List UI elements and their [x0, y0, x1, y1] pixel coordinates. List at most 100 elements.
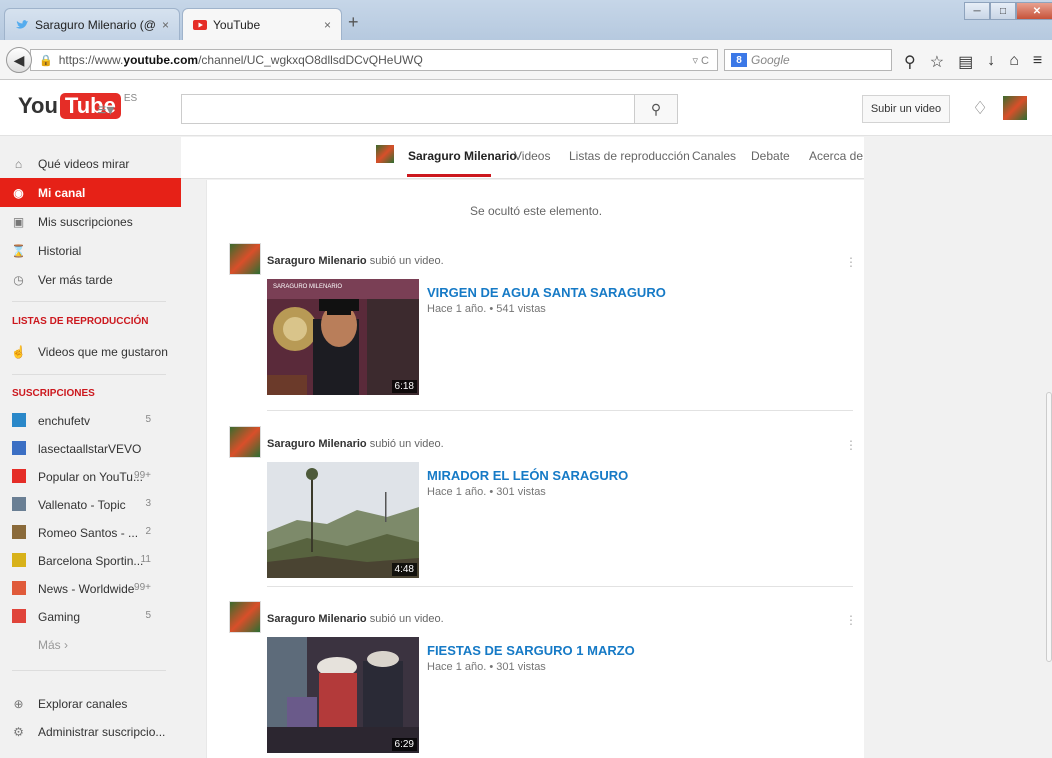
- video-title-link[interactable]: FIESTAS DE SARGURO 1 MARZO: [427, 643, 635, 658]
- menu-icon[interactable]: ≡: [1033, 52, 1042, 72]
- plus-circle-icon: ⊕: [13, 696, 24, 711]
- tab-channel-home[interactable]: Saraguro Milenario: [408, 149, 517, 163]
- reload-icon[interactable]: ▿ C: [684, 54, 717, 67]
- tab-close-icon[interactable]: ×: [324, 18, 331, 32]
- guide-item-manage-subscriptions[interactable]: ⚙ Administrar suscripcio...: [0, 717, 181, 746]
- feed-actor: Saraguro Milenario subió un video.: [267, 438, 444, 450]
- minimize-icon[interactable]: ─: [964, 2, 990, 20]
- subscription-item-gaming[interactable]: Gaming 5: [0, 603, 181, 631]
- tab-discussion[interactable]: Debate: [751, 149, 790, 163]
- tab-channels[interactable]: Canales: [692, 149, 736, 163]
- video-title-link[interactable]: VIRGEN DE AGUA SANTA SARAGURO: [427, 285, 666, 300]
- search-icon: ⚲: [650, 100, 662, 117]
- page-scrollbar[interactable]: [1046, 392, 1052, 662]
- guide-item-history[interactable]: ⌛ Historial: [0, 236, 181, 265]
- bookmarks-list-icon[interactable]: ▤: [958, 52, 973, 72]
- user-avatar[interactable]: [1003, 96, 1027, 120]
- subscription-item-barcelona-sporting[interactable]: Barcelona Sportin... 11: [0, 547, 181, 575]
- youtube-logo[interactable]: You Tube ES: [18, 93, 137, 119]
- guide-divider: [12, 301, 166, 302]
- guide-menu-icon[interactable]: ≡▾: [97, 100, 114, 120]
- new-count-badge: 11: [140, 554, 151, 565]
- more-options-icon[interactable]: ⋮: [845, 438, 857, 452]
- feed-item: Saraguro Milenario subió un video. ⋮ 6:2…: [207, 601, 865, 758]
- feed-divider: [267, 410, 853, 411]
- subscription-item-vallenato-topic[interactable]: Vallenato - Topic 3: [0, 491, 181, 519]
- guide-item-watch-later[interactable]: ◷ Ver más tarde: [0, 265, 181, 294]
- browser-toolbar-icons: ⚲ ☆ ▤ ↓ ⌂ ≡: [904, 52, 1042, 72]
- tab-close-icon[interactable]: ×: [162, 18, 169, 32]
- channel-avatar[interactable]: [229, 426, 261, 458]
- right-column: [864, 137, 1052, 758]
- subscription-item-popular-on-youtube[interactable]: Popular on YouTu... 99+: [0, 463, 181, 491]
- guide-item-subscriptions[interactable]: ▣ Mis suscripciones: [0, 207, 181, 236]
- user-circle-icon: ◉: [13, 185, 24, 200]
- back-button[interactable]: ◀: [6, 47, 32, 73]
- guide-more-link[interactable]: Más ›: [0, 631, 181, 659]
- tab-youtube[interactable]: YouTube ×: [182, 8, 342, 40]
- more-options-icon[interactable]: ⋮: [845, 255, 857, 269]
- video-meta: Hace 1 año. • 541 vistas: [427, 303, 546, 315]
- home-icon[interactable]: ⌂: [1009, 52, 1019, 72]
- video-duration: 6:29: [391, 738, 417, 751]
- subscription-item-romeo-santos[interactable]: Romeo Santos - ... 2: [0, 519, 181, 547]
- notifications-bell-icon[interactable]: ♢: [972, 98, 988, 119]
- browser-navbar: 🔒 https://www.youtube.com/channel/UC_wgk…: [0, 40, 1052, 80]
- video-thumbnail[interactable]: 4:48: [267, 462, 419, 578]
- browser-search-field[interactable]: 8 Google: [724, 49, 892, 71]
- bookmark-star-icon[interactable]: ☆: [930, 52, 944, 72]
- subscription-item-lasectaallstarvevo[interactable]: lasectaallstarVEVO: [0, 435, 181, 463]
- guide-item-liked-videos[interactable]: ☝ Videos que me gustaron: [0, 337, 181, 366]
- lock-icon: 🔒: [39, 54, 53, 67]
- tab-title: Saraguro Milenario (@Sara...: [35, 17, 156, 32]
- tab-about[interactable]: Acerca de: [809, 149, 863, 163]
- video-title-link[interactable]: MIRADOR EL LEÓN SARAGURO: [427, 468, 628, 483]
- upload-button[interactable]: Subir un video: [862, 95, 950, 123]
- subscriptions-header: SUSCRIPCIONES: [12, 388, 95, 399]
- channel-thumbnail: [12, 525, 26, 539]
- channel-avatar[interactable]: [229, 601, 261, 633]
- youtube-masthead: You Tube ES ≡▾ ⚲ Subir un video ♢: [0, 80, 1052, 136]
- address-bar[interactable]: 🔒 https://www.youtube.com/channel/UC_wgk…: [30, 49, 718, 71]
- search-magnifier-icon[interactable]: ⚲: [904, 52, 916, 72]
- video-thumbnail-image: SARAGURO MILENARIO: [267, 279, 419, 395]
- search-input[interactable]: [181, 94, 677, 124]
- google-icon: 8: [731, 53, 747, 67]
- feed-item: Saraguro Milenario subió un video. ⋮ SAR…: [207, 243, 865, 403]
- subscription-item-news-worldwide[interactable]: News - Worldwide 99+: [0, 575, 181, 603]
- video-meta: Hace 1 año. • 301 vistas: [427, 486, 546, 498]
- search-button[interactable]: ⚲: [634, 94, 678, 124]
- guide-item-what-to-watch[interactable]: ⌂ Qué videos mirar: [0, 149, 181, 178]
- search-placeholder: Google: [751, 53, 790, 67]
- maximize-icon[interactable]: □: [990, 2, 1016, 20]
- region-label: ES: [123, 93, 138, 104]
- feed-actor: Saraguro Milenario subió un video.: [267, 613, 444, 625]
- back-arrow-icon: ◀: [13, 51, 25, 68]
- channel-thumbnail: [12, 553, 26, 567]
- more-options-icon[interactable]: ⋮: [845, 613, 857, 627]
- video-thumbnail[interactable]: 6:29: [267, 637, 419, 753]
- guide-divider: [12, 374, 166, 375]
- home-icon: ⌂: [14, 156, 23, 171]
- tab-saraguro-twitter[interactable]: Saraguro Milenario (@Sara... ×: [4, 8, 180, 40]
- guide-item-browse-channels[interactable]: ⊕ Explorar canales: [0, 689, 181, 718]
- subscription-item-enchufetv[interactable]: enchufetv 5: [0, 407, 181, 435]
- channel-nav: Saraguro Milenario Videos Listas de repr…: [181, 137, 864, 179]
- channel-avatar[interactable]: [376, 145, 394, 163]
- channel-feed: Se ocultó este elemento. Saraguro Milena…: [206, 180, 864, 758]
- new-count-badge: 3: [145, 498, 151, 509]
- channel-avatar[interactable]: [229, 243, 261, 275]
- browser-tab-strip: Saraguro Milenario (@Sara... × YouTube ×…: [0, 0, 1052, 40]
- download-icon[interactable]: ↓: [987, 52, 995, 72]
- new-tab-button[interactable]: +: [348, 12, 359, 33]
- close-window-icon[interactable]: ✕: [1016, 2, 1052, 20]
- tab-videos[interactable]: Videos: [514, 149, 550, 163]
- tab-playlists[interactable]: Listas de reproducción: [569, 149, 690, 163]
- video-thumbnail[interactable]: SARAGURO MILENARIO 6:18: [267, 279, 419, 395]
- thumbs-up-icon: ☝: [11, 344, 26, 359]
- gear-icon: ⚙: [13, 724, 24, 739]
- feed-item: Saraguro Milenario subió un video. ⋮ 4:4…: [207, 426, 865, 586]
- hidden-item-note: Se ocultó este elemento.: [469, 204, 603, 218]
- guide-item-my-channel[interactable]: ◉ Mi canal: [0, 178, 181, 207]
- clock-icon: ◷: [13, 272, 24, 287]
